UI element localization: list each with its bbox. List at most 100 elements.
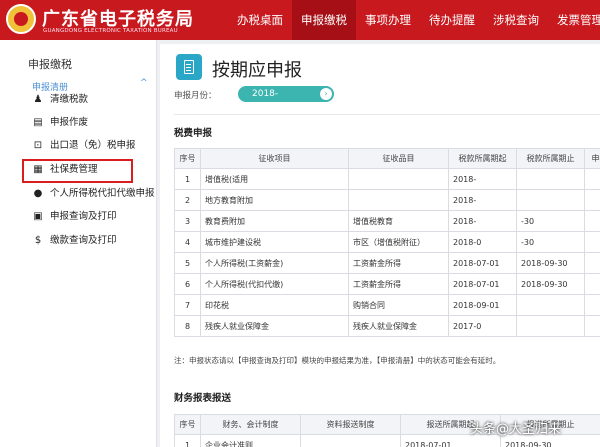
column-header: 资料报送制度 — [300, 414, 401, 435]
main-nav: 办税桌面 申报缴税 事项办理 待办提醒 涉税查询 发票管理 — [228, 0, 600, 40]
table-cell: 2018-09-01 — [448, 294, 517, 316]
table-cell: 1 — [174, 434, 201, 447]
table-cell: 2018-09-30 — [516, 252, 585, 274]
table-cell — [584, 252, 600, 274]
table-row[interactable]: 8 残疾人就业保障金 残疾人就业保障金 2017-0 — [174, 315, 600, 337]
status-note: 注：申报状态请以【申报查询及打印】模块的申报结果为准，【申报清册】中的状态可能会… — [174, 356, 501, 365]
table-row[interactable]: 5 个人所得税(工资薪金) 工资薪金所得 2018-07-01 2018-09-… — [174, 252, 600, 274]
table-cell — [584, 168, 600, 190]
period-selector[interactable]: 2018- › — [238, 86, 334, 102]
column-header: 税款所属期起 — [448, 148, 517, 169]
sidebar-title: 申报缴税 — [28, 58, 72, 71]
divider — [174, 114, 600, 115]
highlight-box — [22, 159, 133, 183]
column-header: 征收项目 — [200, 148, 349, 169]
arrow-right-icon[interactable]: › — [320, 88, 332, 100]
table-cell: 市区（增值税附征） — [348, 231, 449, 253]
document-icon: ▤ — [33, 117, 43, 128]
table-cell: 2018-07-01 — [448, 273, 517, 295]
table-row[interactable]: 4 城市维护建设税 市区（增值税附征） 2018-0 -30 — [174, 231, 600, 253]
table-cell: 7 — [174, 294, 201, 316]
table-cell — [348, 168, 449, 190]
table-row[interactable]: 1 增值税(适用 2018- — [174, 168, 600, 190]
table-cell: 2018-0 — [448, 231, 517, 253]
period-value: 2018- — [252, 89, 279, 99]
table-cell — [516, 189, 585, 211]
table-cell: -30 — [516, 210, 585, 232]
finance-section-title: 财务报表报送 — [174, 393, 232, 404]
page-title: 按期应申报 — [212, 60, 302, 81]
top-header: 广东省电子税务局 GUANGDONG ELECTRONIC TAXATION B… — [0, 0, 600, 40]
table-cell: 印花税 — [200, 294, 349, 316]
table-cell: 2017-0 — [448, 315, 517, 337]
table-cell: 工资薪金所得 — [348, 273, 449, 295]
tax-table: 序号 征收项目 征收品目 税款所属期起 税款所属期止 申报 1 增值税(适用 2… — [174, 148, 600, 337]
tax-section-title: 税费申报 — [174, 128, 213, 139]
table-cell: 增值税(适用 — [200, 168, 349, 190]
nav-desktop[interactable]: 办税桌面 — [228, 0, 292, 40]
coin-icon: $ — [34, 235, 42, 246]
table-row[interactable]: 7 印花税 购销合同 2018-09-01 — [174, 294, 600, 316]
table-cell: 残疾人就业保障金 — [200, 315, 349, 337]
table-cell: -30 — [516, 231, 585, 253]
site-subtitle: GUANGDONG ELECTRONIC TAXATION BUREAU — [43, 28, 178, 34]
table-row[interactable]: 2 地方教育附加 2018- — [174, 189, 600, 211]
column-header: 序号 — [174, 414, 201, 435]
table-cell: 个人所得税(代扣代缴) — [200, 273, 349, 295]
watermark-text: 头条@大圣归来 — [470, 422, 562, 437]
table-cell: 2018- — [448, 168, 517, 190]
nav-invoice[interactable]: 发票管理 — [548, 0, 600, 40]
table-cell — [516, 315, 585, 337]
table-cell: 购销合同 — [348, 294, 449, 316]
table-cell — [516, 294, 585, 316]
table-cell: 6 — [174, 273, 201, 295]
table-cell — [584, 315, 600, 337]
table-cell: 5 — [174, 252, 201, 274]
table-row[interactable]: 3 教育费附加 增值税教育 2018- -30 — [174, 210, 600, 232]
column-header: 财务、会计制度 — [200, 414, 301, 435]
table-cell: 工资薪金所得 — [348, 252, 449, 274]
table-cell: 教育费附加 — [200, 210, 349, 232]
table-cell: 3 — [174, 210, 201, 232]
column-header: 序号 — [174, 148, 201, 169]
export-icon: ⊡ — [33, 140, 43, 151]
table-cell — [348, 189, 449, 211]
table-cell: 残疾人就业保障金 — [348, 315, 449, 337]
table-header-row: 序号 征收项目 征收品目 税款所属期起 税款所属期止 申报 — [174, 148, 600, 169]
table-cell: 2018- — [448, 210, 517, 232]
column-header: 申报 — [584, 148, 600, 169]
column-header: 征收品目 — [348, 148, 449, 169]
table-cell — [584, 231, 600, 253]
table-cell: 2018- — [448, 189, 517, 211]
table-cell: 企业会计准则 — [200, 434, 301, 447]
clipboard-icon — [176, 54, 202, 80]
nav-declare-pay[interactable]: 申报缴税 — [292, 0, 356, 40]
nav-todo[interactable]: 待办提醒 — [420, 0, 484, 40]
nav-query[interactable]: 涉税查询 — [484, 0, 548, 40]
table-cell: 8 — [174, 315, 201, 337]
table-cell: 2018-07-01 — [448, 252, 517, 274]
table-cell — [584, 294, 600, 316]
table-cell — [516, 168, 585, 190]
search-doc-icon: ▣ — [33, 211, 43, 222]
main-panel: 按期应申报 申报月份： 2018- › 税费申报 序号 征收项目 征收品目 税款… — [160, 44, 600, 447]
table-cell — [584, 210, 600, 232]
nav-matters[interactable]: 事项办理 — [356, 0, 420, 40]
table-cell: 地方教育附加 — [200, 189, 349, 211]
table-row[interactable]: 6 个人所得税(代扣代缴) 工资薪金所得 2018-07-01 2018-09-… — [174, 273, 600, 295]
sidebar: 申报缴税 申报清册 ^ ♟ 清缴税款 ▤ 申报作废 ⊡ 出口退（免）税申报 ▦ … — [0, 40, 157, 447]
table-cell: 城市维护建设税 — [200, 231, 349, 253]
money-bag-icon: ♟ — [33, 94, 43, 105]
chevron-up-icon[interactable]: ^ — [140, 78, 148, 88]
column-header: 税款所属期止 — [516, 148, 585, 169]
table-cell — [584, 273, 600, 295]
table-cell: 个人所得税(工资薪金) — [200, 252, 349, 274]
table-cell: 1 — [174, 168, 201, 190]
period-label: 申报月份： — [174, 91, 217, 101]
person-icon: ● — [33, 188, 43, 199]
table-cell: 4 — [174, 231, 201, 253]
table-cell: 增值税教育 — [348, 210, 449, 232]
table-cell — [300, 434, 401, 447]
table-cell: 2 — [174, 189, 201, 211]
tax-bureau-emblem-icon — [6, 4, 36, 34]
